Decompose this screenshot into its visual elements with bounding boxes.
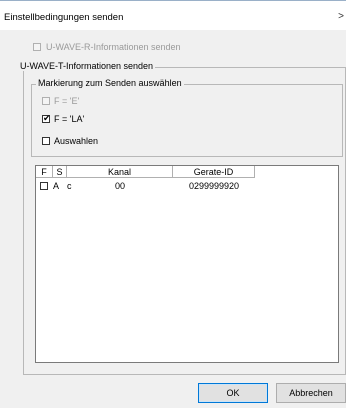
ok-button[interactable]: OK: [198, 383, 268, 403]
t-info-group-title: U-WAVE-T-Informationen senden: [18, 61, 156, 71]
close-icon[interactable]: >: [338, 11, 344, 22]
option-f-la-checkbox[interactable]: ✔: [42, 113, 51, 123]
window-title: Einstellbedingungen senden: [4, 12, 124, 23]
option-auswahlen-label: Auswahlen: [54, 136, 99, 146]
option-f-e-checkbox[interactable]: [42, 97, 50, 105]
r-info-label: U-WAVE-R-Informationen senden: [46, 42, 181, 52]
row-gerate-id: 0299999920: [188, 181, 240, 191]
column-header-s[interactable]: S: [53, 166, 67, 178]
column-header-gerate-id[interactable]: Gerate-ID: [173, 166, 255, 178]
row-f: A: [53, 181, 60, 191]
option-auswahlen-checkbox[interactable]: [42, 137, 50, 145]
column-header-kanal[interactable]: Kanal: [67, 166, 173, 178]
title-bar: Einstellbedingungen senden >: [0, 0, 346, 30]
check-icon: ✔: [43, 113, 51, 123]
row-checkbox[interactable]: [40, 182, 48, 190]
option-f-e-label: F = 'E': [54, 96, 80, 106]
row-kanal: 00: [114, 181, 125, 191]
cancel-button[interactable]: Abbrechen: [276, 383, 346, 403]
r-info-checkbox[interactable]: [33, 43, 41, 51]
column-header-f[interactable]: F: [36, 166, 53, 178]
option-f-la-label: F = 'LA': [54, 114, 85, 124]
marking-group-title: Markierung zum Senden auswählen: [36, 78, 184, 88]
device-table[interactable]: F S Kanal Gerate-ID A c 00 0299999920: [35, 165, 339, 363]
